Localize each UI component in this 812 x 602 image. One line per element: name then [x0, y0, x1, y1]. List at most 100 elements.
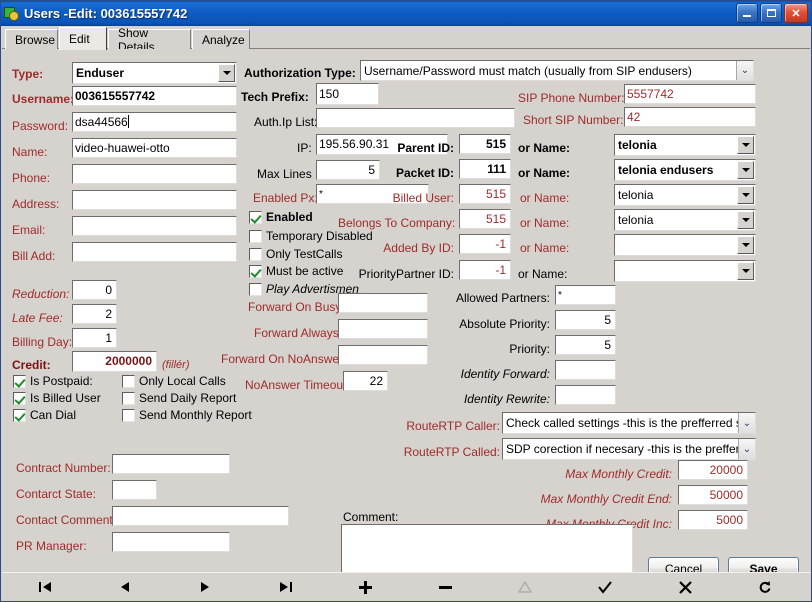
identity-forward-label: Identity Forward:: [460, 367, 550, 381]
chevron-down-icon[interactable]: ⌄: [738, 439, 755, 459]
email-input[interactable]: [72, 216, 237, 236]
first-record-button[interactable]: [32, 576, 58, 598]
belongs-to-company-input[interactable]: 515: [459, 209, 511, 229]
contract-state-input[interactable]: [112, 480, 157, 500]
post-record-button[interactable]: [592, 576, 618, 598]
tech-prefix-input[interactable]: 150: [316, 83, 379, 105]
contact-comment-input[interactable]: [112, 506, 289, 526]
absolute-priority-input[interactable]: 5: [555, 310, 616, 330]
bill-add-input[interactable]: [72, 242, 237, 262]
belongs-to-company-name-select[interactable]: telonia: [614, 209, 756, 231]
checkbox-send-monthly-report[interactable]: Send Monthly Report: [122, 408, 252, 422]
identity-rewrite-input[interactable]: [555, 385, 616, 405]
packet-id-input[interactable]: 111: [459, 159, 511, 179]
checkbox-box: [249, 282, 262, 296]
cancel-record-button[interactable]: [672, 576, 698, 598]
added-by-id-label: Added By ID:: [383, 241, 454, 255]
short-sip-number-label: Short SIP Number:: [523, 113, 624, 127]
auth-ip-list-input[interactable]: [316, 108, 515, 128]
checkbox-send-daily-report[interactable]: Send Daily Report: [122, 391, 236, 405]
routertp-caller-select[interactable]: Check called settings -this is the preff…: [502, 412, 756, 434]
checkbox-label: Is Postpaid:: [30, 374, 93, 388]
contact-comment-label: Contact Comment:: [16, 513, 117, 527]
billed-user-input[interactable]: 515: [459, 184, 511, 204]
last-record-button[interactable]: [272, 576, 298, 598]
checkbox-box: [249, 210, 262, 224]
chevron-down-icon[interactable]: [737, 211, 754, 229]
checkbox-box: [13, 391, 26, 405]
packet-name-value: telonia endusers: [618, 163, 714, 177]
name-input[interactable]: video-huawei-otto: [72, 138, 237, 158]
chevron-down-icon[interactable]: ⌄: [736, 61, 753, 80]
prioritypartner-name-select[interactable]: [614, 260, 756, 282]
checkbox-enabled[interactable]: Enabled: [249, 210, 313, 224]
plus-icon: [358, 580, 372, 594]
billing-day-input[interactable]: 1: [72, 328, 117, 348]
late-fee-input[interactable]: 2: [72, 304, 117, 324]
refresh-record-button[interactable]: [752, 576, 778, 598]
close-icon[interactable]: ✕: [784, 3, 808, 23]
chevron-down-icon[interactable]: [737, 136, 754, 154]
billed-user-name-select[interactable]: telonia: [614, 184, 756, 206]
minimize-button[interactable]: [736, 3, 758, 23]
tab-edit[interactable]: Edit: [59, 27, 107, 50]
contract-number-input[interactable]: [112, 454, 230, 474]
credit-label: Credit:: [12, 358, 51, 372]
authorization-type-select[interactable]: Username/Password must match (usually fr…: [360, 60, 754, 81]
identity-forward-input[interactable]: [555, 360, 616, 380]
tab-analyze[interactable]: Analyze: [192, 29, 250, 49]
checkbox-can-dial[interactable]: Can Dial: [13, 408, 76, 422]
max-monthly-credit-inc-input[interactable]: 5000: [678, 510, 748, 530]
checkbox-must-be-active[interactable]: Must be active: [249, 264, 343, 278]
credit-input[interactable]: 2000000: [72, 351, 157, 372]
checkbox-only-testcalls[interactable]: Only TestCalls: [249, 247, 342, 261]
added-by-id-input[interactable]: -1: [459, 234, 511, 254]
prioritypartner-id-input[interactable]: -1: [459, 260, 511, 280]
chevron-down-icon[interactable]: [737, 262, 754, 280]
edit-record-button[interactable]: [512, 576, 538, 598]
password-input[interactable]: dsa44566: [72, 112, 237, 132]
phone-input[interactable]: [72, 164, 237, 184]
next-record-button[interactable]: [192, 576, 218, 598]
maximize-button[interactable]: [760, 3, 782, 23]
checkbox-is-postpaid[interactable]: Is Postpaid:: [13, 374, 93, 388]
tab-show-details[interactable]: Show Details: [108, 26, 191, 54]
chevron-down-icon[interactable]: ⌄: [738, 413, 755, 433]
packet-name-select[interactable]: telonia endusers: [614, 159, 756, 181]
address-input[interactable]: [72, 190, 237, 210]
pr-manager-input[interactable]: [112, 532, 230, 552]
added-by-name-select[interactable]: [614, 234, 756, 256]
noanswer-timeout-input[interactable]: 22: [343, 371, 388, 391]
reduction-input[interactable]: 0: [72, 280, 117, 300]
tab-edit-label: Edit: [69, 32, 90, 46]
added-by-or-name-label: or Name:: [520, 241, 570, 255]
short-sip-number-input[interactable]: 42: [624, 107, 756, 127]
routertp-called-select[interactable]: SDP corection if necesary -this is the p…: [502, 438, 756, 460]
checkbox-box: [249, 264, 262, 278]
sip-phone-number-input[interactable]: 5557742: [624, 84, 756, 104]
checkbox-only-local-calls[interactable]: Only Local Calls: [122, 374, 226, 388]
type-select[interactable]: Enduser: [72, 62, 237, 84]
delete-record-button[interactable]: [432, 576, 458, 598]
tab-browse[interactable]: Browse: [5, 29, 58, 49]
parent-name-select[interactable]: telonia: [614, 134, 756, 156]
allowed-partners-input[interactable]: *: [555, 285, 616, 305]
max-monthly-credit-end-input[interactable]: 50000: [678, 485, 748, 505]
max-monthly-credit-input[interactable]: 20000: [678, 460, 748, 480]
chevron-down-icon[interactable]: [218, 64, 235, 82]
max-lines-input[interactable]: 5: [316, 160, 380, 180]
insert-record-button[interactable]: [352, 576, 378, 598]
username-input[interactable]: 003615557742: [72, 86, 237, 106]
password-label: Password:: [12, 119, 69, 133]
prior-record-button[interactable]: [112, 576, 138, 598]
chevron-down-icon[interactable]: [737, 236, 754, 254]
reduction-label: Reduction:: [12, 287, 70, 301]
priority-input[interactable]: 5: [555, 335, 616, 355]
checkbox-is-billed-user[interactable]: Is Billed User: [13, 391, 101, 405]
chevron-down-icon[interactable]: [737, 161, 754, 179]
comment-textarea[interactable]: [341, 524, 633, 574]
chevron-down-icon[interactable]: [737, 186, 754, 204]
max-lines-label: Max Lines: [257, 167, 312, 181]
billing-day-label: Billing Day:: [12, 335, 73, 349]
parent-id-input[interactable]: 515: [459, 134, 511, 154]
